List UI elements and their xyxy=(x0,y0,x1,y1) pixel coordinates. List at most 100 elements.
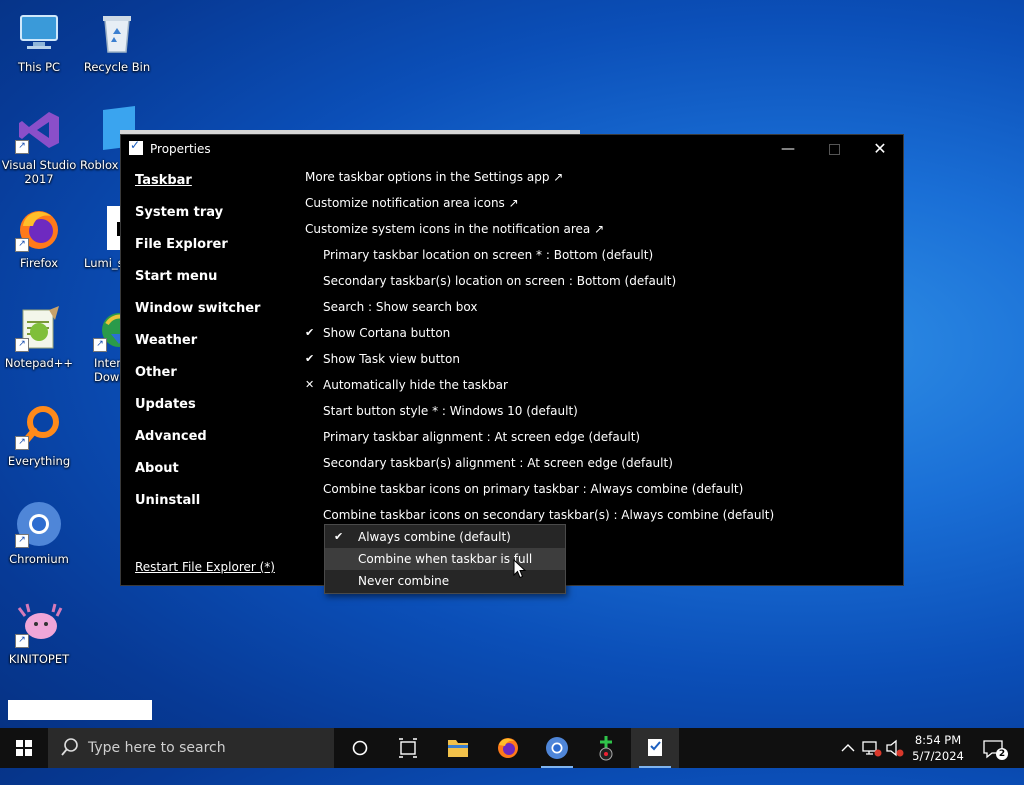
task-view-button[interactable] xyxy=(384,728,432,768)
option-system-icons-link[interactable]: Customize system icons in the notificati… xyxy=(305,221,883,247)
shortcut-arrow-icon: ↗ xyxy=(15,140,29,154)
option-show-cortana[interactable]: ✔ Show Cortana button xyxy=(305,325,883,351)
pinned-app-taskbar-button[interactable] xyxy=(582,728,630,768)
shortcut-arrow-icon: ↗ xyxy=(15,238,29,252)
option-label: Automatically hide the taskbar xyxy=(323,378,508,392)
file-explorer-taskbar-button[interactable] xyxy=(434,728,482,768)
cross-icon: ✕ xyxy=(305,378,315,391)
notification-icon xyxy=(983,740,1008,760)
cortana-button[interactable] xyxy=(336,728,384,768)
desktop-icon-firefox[interactable]: ↗ Firefox xyxy=(0,204,78,270)
window-title: Properties xyxy=(150,142,211,156)
taskbar-search-box[interactable]: Type here to search xyxy=(48,728,334,768)
desktop-icon-label: This PC xyxy=(17,60,61,74)
nav-item-updates[interactable]: Updates xyxy=(135,397,260,429)
option-autohide-taskbar[interactable]: ✕ Automatically hide the taskbar xyxy=(305,377,883,403)
option-show-task-view[interactable]: ✔ Show Task view button xyxy=(305,351,883,377)
folder-icon xyxy=(448,740,468,757)
properties-taskbar-button[interactable] xyxy=(631,728,679,768)
volume-button[interactable] xyxy=(884,728,906,768)
option-label: More taskbar options in the Settings app… xyxy=(305,170,564,184)
shortcut-arrow-icon: ↗ xyxy=(15,338,29,352)
blank-white-bar xyxy=(8,700,152,720)
option-start-button-style[interactable]: Start button style * : Windows 10 (defau… xyxy=(305,403,883,429)
desktop-icon-visual-studio[interactable]: ↗ Visual Studio 2017 xyxy=(0,106,78,186)
restart-file-explorer-link[interactable]: Restart File Explorer (*) xyxy=(135,560,275,574)
shortcut-arrow-icon: ↗ xyxy=(93,338,107,352)
chromium-taskbar-button[interactable] xyxy=(533,728,581,768)
desktop-icon-kinitopet[interactable]: ↗ KINITOPET xyxy=(0,600,78,666)
menu-item-label: Never combine xyxy=(358,574,450,588)
nav-item-advanced[interactable]: Advanced xyxy=(135,429,260,461)
option-label: Primary taskbar alignment : At screen ed… xyxy=(323,430,641,444)
menu-item-always-combine[interactable]: ✔ Always combine (default) xyxy=(325,526,565,548)
nav-item-about[interactable]: About xyxy=(135,461,260,493)
nav-item-window-switcher[interactable]: Window switcher xyxy=(135,301,260,333)
option-secondary-alignment[interactable]: Secondary taskbar(s) alignment : At scre… xyxy=(305,455,883,481)
option-label: Start button style * : Windows 10 (defau… xyxy=(323,404,578,418)
this-pc-icon xyxy=(15,8,63,56)
shortcut-arrow-icon: ↗ xyxy=(15,534,29,548)
option-secondary-location[interactable]: Secondary taskbar(s) location on screen … xyxy=(305,273,883,299)
option-label: Show Cortana button xyxy=(323,326,451,340)
minimize-button[interactable]: — xyxy=(765,135,811,163)
firefox-icon xyxy=(498,738,518,758)
chevron-up-icon xyxy=(841,744,855,752)
nav-item-weather[interactable]: Weather xyxy=(135,333,260,365)
visual-studio-icon: ↗ xyxy=(15,106,63,154)
title-bar[interactable]: Properties — ✕ xyxy=(121,135,903,163)
desktop-icon-chromium[interactable]: ↗ Chromium xyxy=(0,500,78,566)
mouse-cursor-icon xyxy=(513,559,527,579)
option-settings-app-link[interactable]: More taskbar options in the Settings app… xyxy=(305,169,883,195)
desktop-icon-label: Notepad++ xyxy=(4,356,74,370)
desktop-icon-label: Chromium xyxy=(9,552,69,566)
nav-item-other[interactable]: Other xyxy=(135,365,260,397)
nav-item-taskbar[interactable]: Taskbar xyxy=(135,173,260,205)
menu-item-never-combine[interactable]: Never combine xyxy=(325,570,565,592)
chromium-icon: ↗ xyxy=(15,500,63,548)
option-primary-alignment[interactable]: Primary taskbar alignment : At screen ed… xyxy=(305,429,883,455)
option-primary-location[interactable]: Primary taskbar location on screen * : B… xyxy=(305,247,883,273)
desktop-icon-this-pc[interactable]: This PC xyxy=(0,8,78,74)
firefox-taskbar-button[interactable] xyxy=(484,728,532,768)
nav-item-system-tray[interactable]: System tray xyxy=(135,205,260,237)
firefox-icon: ↗ xyxy=(15,204,63,252)
show-hidden-icons-button[interactable] xyxy=(838,728,858,768)
kinitopet-icon: ↗ xyxy=(15,600,63,648)
desktop-icon-notepadpp[interactable]: ↗ Notepad++ xyxy=(0,304,78,370)
option-label: Secondary taskbar(s) alignment : At scre… xyxy=(323,456,673,470)
desktop-icon-everything[interactable]: ↗ Everything xyxy=(0,402,78,468)
nav-item-uninstall[interactable]: Uninstall xyxy=(135,493,260,525)
menu-item-combine-when-full[interactable]: Combine when taskbar is full xyxy=(325,548,565,570)
checkmark-icon: ✔ xyxy=(305,326,315,339)
search-icon xyxy=(61,738,78,756)
menu-item-label: Always combine (default) xyxy=(358,530,511,544)
cortana-circle-icon xyxy=(352,740,368,756)
nav-item-file-explorer[interactable]: File Explorer xyxy=(135,237,260,269)
chromium-icon xyxy=(546,737,568,759)
desktop-icon-recycle-bin[interactable]: Recycle Bin xyxy=(78,8,156,74)
menu-item-label: Combine when taskbar is full xyxy=(358,552,533,566)
desktop-icon-label: Firefox xyxy=(19,256,59,270)
taskbar-options-list: More taskbar options in the Settings app… xyxy=(305,169,883,533)
properties-window: Properties — ✕ Taskbar System tray File … xyxy=(120,134,904,586)
properties-app-icon xyxy=(129,138,143,155)
desktop-icon-label: KINITOPET xyxy=(8,652,70,666)
search-placeholder: Type here to search xyxy=(88,740,226,756)
start-button[interactable] xyxy=(0,728,48,768)
combine-dropdown-menu: ✔ Always combine (default) Combine when … xyxy=(324,524,566,594)
taskbar-clock[interactable]: 8:54 PM 5/7/2024 xyxy=(904,732,972,764)
maximize-icon xyxy=(828,144,840,155)
volume-muted-icon xyxy=(886,739,904,757)
option-label: Customize notification area icons ↗ xyxy=(305,196,519,210)
network-status-button[interactable] xyxy=(860,728,882,768)
maximize-button[interactable] xyxy=(811,135,857,163)
option-combine-primary[interactable]: Combine taskbar icons on primary taskbar… xyxy=(305,481,883,507)
option-label: Customize system icons in the notificati… xyxy=(305,222,605,236)
action-center-button[interactable]: 2 xyxy=(978,728,1014,768)
close-button[interactable]: ✕ xyxy=(857,135,903,163)
nav-item-start-menu[interactable]: Start menu xyxy=(135,269,260,301)
option-notification-icons-link[interactable]: Customize notification area icons ↗ xyxy=(305,195,883,221)
option-search[interactable]: Search : Show search box xyxy=(305,299,883,325)
option-label: Show Task view button xyxy=(323,352,460,366)
